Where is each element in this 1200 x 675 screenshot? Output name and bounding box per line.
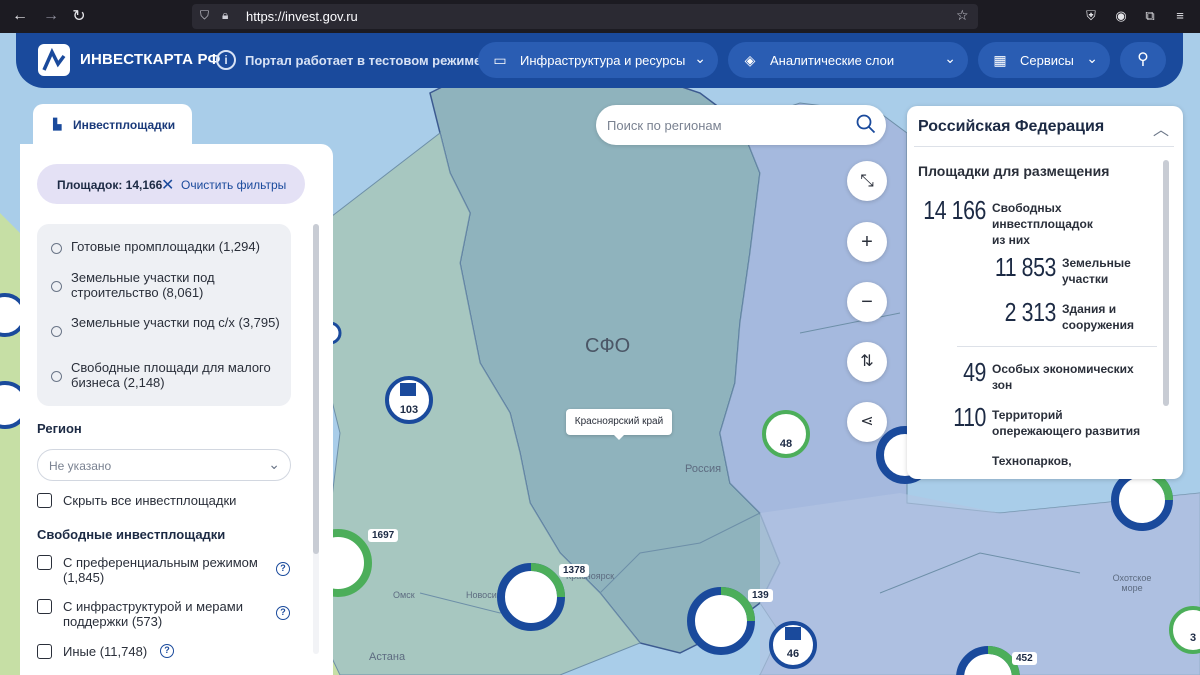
- cluster-count-48[interactable]: 48: [771, 438, 801, 450]
- cluster-3: [1169, 606, 1200, 654]
- stat-label-tor: Территорий опережающего развития: [992, 408, 1141, 438]
- active-filter-chip: Площадок: 14,166 ✕ Очистить фильтры: [37, 164, 305, 204]
- tab-investplatforms-label: Инвестплощадки: [73, 118, 176, 132]
- stat-number-sez: 49: [963, 357, 986, 387]
- stats-title: Российская Федерация: [918, 118, 1105, 135]
- cluster-139: [687, 587, 755, 655]
- stats-subtitle: Площадки для размещения: [918, 163, 1110, 179]
- checkbox-label: С инфраструктурой и мерами поддержки (57…: [63, 599, 243, 629]
- cluster-452: [956, 646, 1020, 675]
- stat-label-of-which: из них: [992, 233, 1030, 247]
- radio-circle[interactable]: [51, 243, 62, 254]
- region-select-value: Не указано: [49, 459, 112, 473]
- radio-circle[interactable]: [51, 371, 62, 382]
- chevron-down-icon: ⌄: [1086, 50, 1098, 66]
- cluster-count-1697[interactable]: 1697: [368, 529, 399, 542]
- checkbox-box[interactable]: [37, 644, 52, 659]
- free-platforms-title: Свободные инвестплощадки: [37, 527, 226, 542]
- menu-infrastructure[interactable]: ▭ Инфраструктура и ресурсы ⌄: [478, 42, 718, 78]
- menu-analytics[interactable]: ◈ Аналитические слои ⌄: [728, 42, 968, 78]
- radio-circle[interactable]: [51, 326, 62, 337]
- stat-label-sez: Особых экономических зон: [992, 362, 1134, 392]
- region-search[interactable]: Поиск по регионам: [596, 105, 886, 145]
- test-mode-notice: Портал работает в тестовом режиме: [245, 53, 482, 68]
- grid-icon: ▦: [993, 52, 1007, 68]
- panel-scrollbar[interactable]: [313, 224, 319, 554]
- menu-services[interactable]: ▦ Сервисы ⌄: [978, 42, 1110, 78]
- checkbox-box[interactable]: [37, 555, 52, 570]
- fullscreen-icon[interactable]: ⤡: [847, 161, 887, 201]
- radio-label: Земельные участки под строительство (8,0…: [71, 270, 215, 300]
- divider: [957, 346, 1157, 347]
- cluster-count-139[interactable]: 139: [748, 589, 773, 602]
- zoom-in-icon[interactable]: +: [847, 222, 887, 262]
- share-icon[interactable]: ⋖: [847, 402, 887, 442]
- chevron-down-icon: ⌄: [944, 50, 956, 66]
- cluster-right-2: [1111, 469, 1173, 531]
- search-icon[interactable]: [855, 113, 877, 135]
- search-input[interactable]: Поиск по регионам: [607, 118, 722, 133]
- radio-label: Готовые промплощадки (1,294): [71, 239, 260, 254]
- help-icon[interactable]: ?: [160, 644, 174, 658]
- tab-investplatforms[interactable]: ▙ Инвестплощадки: [33, 104, 192, 146]
- divider: [914, 146, 1174, 147]
- checkbox-label: Скрыть все инвестплощадки: [63, 493, 237, 508]
- close-icon[interactable]: ✕: [161, 175, 174, 195]
- stats-scrollbar[interactable]: [1163, 160, 1169, 406]
- clear-filters-button[interactable]: Очистить фильтры: [181, 178, 286, 192]
- cluster-count-46[interactable]: 46: [778, 648, 808, 660]
- stat-label-buildings: Здания и сооружения: [1062, 302, 1134, 332]
- menu-infrastructure-label: Инфраструктура и ресурсы: [520, 53, 686, 68]
- stat-label-land: Земельные участки: [1062, 256, 1131, 286]
- cluster-46: [769, 621, 817, 669]
- stat-number-platforms: 14 166: [923, 195, 986, 225]
- stat-number-buildings: 2 313: [1004, 297, 1057, 327]
- radio-label: Земельные участки под с/х (3,795): [71, 315, 280, 330]
- region-title: Регион: [37, 421, 82, 436]
- chevron-down-icon: ⌄: [268, 456, 280, 472]
- stat-number-land: 11 853: [994, 252, 1057, 282]
- logo-text[interactable]: ИНВЕСТКАРТА РФ: [80, 51, 221, 68]
- cluster-1378: [497, 563, 565, 631]
- radio-label: Свободные площади для малого бизнеса (2,…: [71, 360, 271, 390]
- menu-services-label: Сервисы: [1020, 53, 1074, 68]
- site-header: ИНВЕСТКАРТА РФ i Портал работает в тесто…: [16, 33, 1183, 88]
- sort-icon[interactable]: ⇅: [847, 342, 887, 382]
- stat-number-tor: 110: [953, 402, 986, 432]
- filters-panel: Площадок: 14,166 ✕ Очистить фильтры Гото…: [20, 144, 333, 675]
- chevron-up-icon[interactable]: ︿: [1153, 116, 1169, 140]
- checkbox-label: С преференциальным режимом (1,845): [63, 555, 258, 585]
- menu-analytics-label: Аналитические слои: [770, 53, 895, 68]
- zoom-out-icon[interactable]: −: [847, 282, 887, 322]
- cluster-count-103[interactable]: 103: [394, 404, 424, 416]
- cluster-count-3[interactable]: 3: [1183, 632, 1200, 644]
- region-select[interactable]: Не указано ⌄: [37, 449, 291, 481]
- cluster-count-1378[interactable]: 1378: [559, 564, 590, 577]
- checkbox-box[interactable]: [37, 493, 52, 508]
- stat-label-platforms: Свободных инвестплощадок: [992, 201, 1093, 231]
- checkbox-box[interactable]: [37, 599, 52, 614]
- statistics-panel: Российская Федерация ︿ Площадки для разм…: [907, 106, 1183, 479]
- layers-icon: ◈: [744, 52, 756, 68]
- chevron-down-icon: ⌄: [694, 50, 706, 66]
- platform-count: Площадок: 14,166: [57, 178, 163, 192]
- info-icon: i: [216, 50, 236, 70]
- radio-circle[interactable]: [51, 281, 62, 292]
- platform-type-group: Готовые промплощадки (1,294) Земельные у…: [37, 224, 291, 406]
- help-icon[interactable]: ?: [276, 606, 290, 620]
- user-icon[interactable]: ⚲: [1120, 42, 1166, 78]
- help-icon[interactable]: ?: [276, 562, 290, 576]
- cluster-count-452[interactable]: 452: [1012, 652, 1037, 665]
- stat-label-technoparks: Технопарков,: [992, 454, 1072, 468]
- briefcase-icon: ▭: [493, 52, 507, 68]
- logo-icon[interactable]: [38, 44, 70, 76]
- building-icon: ▙: [53, 119, 62, 131]
